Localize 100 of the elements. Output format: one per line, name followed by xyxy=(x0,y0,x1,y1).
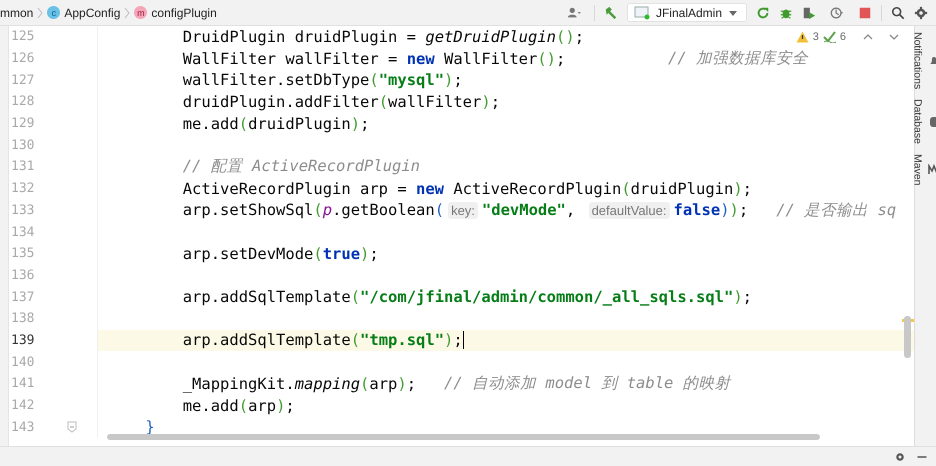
parameter-hint: key: xyxy=(448,202,478,219)
code-token: arp.setShowSql xyxy=(182,201,314,220)
fold-icon[interactable] xyxy=(67,421,77,434)
line-number: 138 xyxy=(10,311,36,326)
code-token: druidPlugin.addFilter xyxy=(182,92,379,111)
code-token: ) xyxy=(360,244,370,263)
code-token: druidPlugin xyxy=(248,114,351,133)
code-token: ) xyxy=(350,114,360,133)
code-token: ) xyxy=(720,201,730,220)
code-token: // 是否输出 sq xyxy=(776,200,896,221)
bell-icon xyxy=(928,54,936,67)
code-token: ActiveRecordPlugin arp = xyxy=(182,180,408,198)
line-number: 136 xyxy=(10,268,36,283)
code-token: WallFilter xyxy=(443,50,538,68)
weak-warning-icon[interactable] xyxy=(822,31,836,43)
code-token: ( xyxy=(621,180,631,198)
code-token: ( xyxy=(360,374,370,393)
rerun-icon[interactable] xyxy=(756,6,770,20)
code-token: ; xyxy=(742,180,752,198)
code-token: ; xyxy=(742,288,752,306)
code-token: getDruidPlugin xyxy=(425,28,556,46)
code-token: ; xyxy=(360,114,370,133)
code-token: ) xyxy=(733,180,743,198)
code-token: me.add xyxy=(182,114,239,133)
line-number: 134 xyxy=(10,224,36,240)
breadcrumb-item[interactable]: mmon xyxy=(0,6,34,20)
code-token: ; xyxy=(453,331,463,350)
code-token: ( xyxy=(378,92,388,111)
stop-icon[interactable] xyxy=(858,6,872,20)
code-token: // 配置 ActiveRecordPlugin xyxy=(182,156,420,178)
code-token: false xyxy=(674,201,720,220)
code-token: ( xyxy=(313,201,323,220)
code-token: arp.setDevMode xyxy=(182,244,314,263)
code-token: wallFilter.setDbType xyxy=(182,71,370,90)
code-token: wallFilter xyxy=(388,92,482,111)
code-token: _MappingKit. xyxy=(182,374,295,393)
code-token: , xyxy=(566,201,576,220)
tool-window-button[interactable]: Maven xyxy=(912,154,936,186)
code-token: p xyxy=(322,201,332,220)
line-number: 126 xyxy=(10,51,36,66)
code-token: ; xyxy=(453,71,463,90)
code-token: arp.addSqlTemplate xyxy=(182,288,351,306)
code-token: "mysql" xyxy=(378,71,444,90)
horizontal-scrollbar[interactable] xyxy=(107,434,820,440)
code-token: WallFilter wallFilter = xyxy=(182,50,398,68)
line-number: 143 xyxy=(10,420,36,435)
line-number: 139 xyxy=(10,332,36,348)
line-number: 130 xyxy=(10,138,36,153)
breadcrumb-item[interactable]: m configPlugin xyxy=(134,6,217,20)
line-number: 135 xyxy=(10,246,36,262)
code-token: ( xyxy=(350,331,360,350)
code-token: arp xyxy=(369,374,398,393)
code-token: ; xyxy=(738,201,750,220)
code-token: ) xyxy=(444,331,454,350)
maven-icon xyxy=(928,164,936,176)
line-number: 140 xyxy=(10,354,36,370)
code-token: ) xyxy=(397,374,407,393)
code-token: () xyxy=(556,28,575,46)
code-token: ( xyxy=(238,114,248,133)
code-token: ) xyxy=(733,288,743,306)
code-token: "tmp.sql" xyxy=(360,331,444,350)
code-token: ; xyxy=(369,244,379,263)
line-number: 132 xyxy=(10,181,36,196)
line-number: 141 xyxy=(10,376,36,392)
code-token: ; xyxy=(556,50,566,68)
code-token: DruidPlugin druidPlugin = xyxy=(182,28,418,46)
code-token: true xyxy=(322,244,360,263)
code-token: druidPlugin xyxy=(630,180,734,198)
settings-icon[interactable] xyxy=(914,6,928,20)
weak-warning-count: 6 xyxy=(840,31,846,43)
code-token: "devMode" xyxy=(482,201,566,220)
code-token: ( xyxy=(350,288,360,306)
code-token: .getBoolean xyxy=(332,201,435,220)
code-token: ( xyxy=(369,71,379,90)
code-token: // 自动添加 model 到 table 的映射 xyxy=(444,373,731,394)
line-number: 128 xyxy=(10,94,36,110)
tool-window-button[interactable]: Notifications xyxy=(912,32,936,90)
search-icon[interactable] xyxy=(891,6,905,20)
code-token: ) xyxy=(730,201,739,220)
line-number: 133 xyxy=(10,202,36,218)
line-number: 127 xyxy=(10,72,36,88)
line-number: 131 xyxy=(10,159,36,174)
code-token: mapping xyxy=(294,374,360,393)
line-number: 137 xyxy=(10,290,36,305)
run-configuration-dropdown[interactable]: JFinalAdmin xyxy=(626,3,747,22)
warning-icon[interactable] xyxy=(796,31,809,43)
text-caret xyxy=(462,331,464,350)
code-token: arp.addSqlTemplate xyxy=(182,331,351,350)
line-number: 142 xyxy=(10,398,36,414)
settings-icon[interactable] xyxy=(894,450,906,462)
code-token: "/com/jfinal/admin/common/_all_sqls.sql" xyxy=(360,288,734,306)
vertical-scrollbar[interactable] xyxy=(904,316,911,358)
code-token: ) xyxy=(481,92,491,111)
breadcrumb-item[interactable]: c AppConfig xyxy=(47,6,120,20)
coverage-icon[interactable] xyxy=(802,6,816,20)
code-token: ; xyxy=(406,374,418,393)
tool-window-button[interactable]: Database xyxy=(912,99,936,144)
code-token: ; xyxy=(285,396,295,415)
code-token: new xyxy=(406,50,435,68)
window-icon xyxy=(634,6,650,20)
